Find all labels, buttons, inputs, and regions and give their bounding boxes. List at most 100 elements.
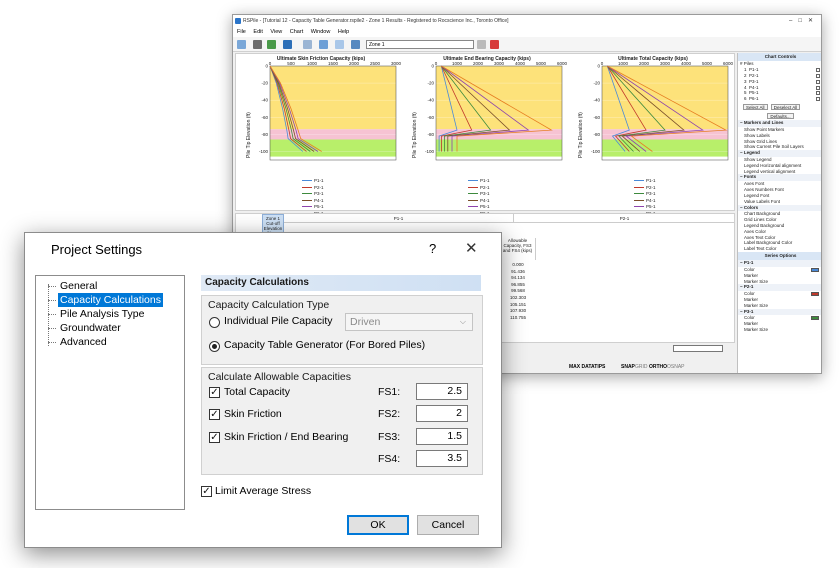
fs3-label: FS3: [378,431,401,443]
menu-window[interactable]: Window [311,29,331,35]
status-ortho[interactable]: ORTHO [649,361,667,373]
series-option-row[interactable]: Marker Size [738,327,821,333]
pile-index: 3 [744,78,747,84]
fs2-input[interactable]: 2 [416,405,468,422]
help-button[interactable]: ? [429,241,436,256]
table-cell[interactable]: 0.000 [500,262,536,269]
legend-swatch [302,199,312,201]
x-tick-label: 1500 [328,61,339,66]
pile-name: P6-1 [749,96,759,102]
control-row[interactable]: Label Text Color [738,246,821,252]
x-tick-label: 1000 [307,61,318,66]
rock-layer [436,139,562,157]
chart-legend: P1-1P2-1P3-1P4-1P5-1P6-1 [634,178,656,217]
close-icon[interactable]: ✕ [465,239,478,257]
table-cell[interactable]: 96.855 [500,282,536,289]
table-cell[interactable]: 105.151 [500,302,536,309]
save-icon[interactable] [283,40,292,49]
pile-index: 4 [744,84,747,90]
table-cell[interactable]: 94.134 [500,275,536,282]
series-color-swatch[interactable] [811,316,819,321]
legend-label: P3-1 [314,191,324,196]
legend-swatch [468,186,478,188]
select-all-button[interactable]: Select All [743,104,768,111]
control-row[interactable]: Show Current Pile Soil Layers [738,144,821,150]
total-capacity-chart: Ultimate Total Capacity (kips) Pile Tip … [572,54,734,216]
pile-checkbox[interactable] [816,97,820,102]
fs1-input[interactable]: 2.5 [416,383,468,400]
allowable-group: Calculate Allowable Capacities ✓ Total C… [201,367,483,475]
legend-label: P2-1 [646,184,656,190]
table-cell[interactable]: 110.755 [500,315,536,322]
skin-end-bearing-label[interactable]: Skin Friction / End Bearing [224,431,348,443]
menu-help[interactable]: Help [338,29,349,35]
limit-stress-checkbox[interactable]: ✓ [201,486,212,497]
pile-checkbox[interactable] [816,79,820,84]
new-file-icon[interactable] [237,40,246,49]
x-tick-label: 0 [269,61,272,66]
pile-checkbox[interactable] [816,73,820,78]
series-color-swatch[interactable] [811,267,819,272]
menu-chart[interactable]: Chart [290,29,303,35]
fs3-input[interactable]: 1.5 [416,428,468,445]
pile-index: 2 [744,72,747,78]
tree-item-capacity-calculations[interactable]: Capacity Calculations [58,293,163,307]
limit-stress-label[interactable]: Limit Average Stress [215,485,311,497]
pile-toggle-item[interactable]: 6 P6-1 [738,96,821,102]
table-cell[interactable]: 99.568 [500,288,536,295]
tree-item-general[interactable]: General [58,279,99,293]
tree-item-groundwater[interactable]: Groundwater [58,321,123,335]
skin-friction-checkbox[interactable]: ✓ [209,409,220,420]
print-icon[interactable] [253,40,262,49]
table-cell[interactable]: 102.303 [500,295,536,302]
export-excel-icon[interactable] [267,40,276,49]
defaults-button[interactable]: Defaults... [767,113,794,120]
pile-checkbox[interactable] [816,91,820,96]
pile-checkbox[interactable] [816,85,820,90]
status-osnap[interactable]: OSNAP [667,361,685,373]
table-view-icon[interactable] [303,40,312,49]
ok-button[interactable]: OK [347,515,409,535]
total-capacity-label[interactable]: Total Capacity [224,386,290,398]
individual-pile-radio[interactable] [209,317,220,328]
zone-select[interactable]: Zone 1 [366,40,474,49]
table-generator-label[interactable]: Capacity Table Generator (For Bored Pile… [224,339,425,351]
column-header[interactable]: Allowable Capacity, FS3 and FS4 (kips) [500,238,536,260]
tree-item-advanced[interactable]: Advanced [58,335,109,349]
total-capacity-checkbox[interactable]: ✓ [209,387,220,398]
table-cell[interactable]: 107.930 [500,308,536,315]
layout-icon[interactable] [351,40,360,49]
data-icon[interactable] [335,40,344,49]
legend-swatch [302,180,312,182]
pile-checkbox[interactable] [816,67,820,72]
status-snap[interactable]: SNAP [621,361,635,373]
status-max-datatips[interactable]: MAX DATATIPS [569,361,605,373]
control-row[interactable]: Legend vertical alignment [738,169,821,175]
control-row[interactable]: Value Labels Font [738,199,821,205]
table-cell[interactable]: 91.436 [500,269,536,276]
series-option-row[interactable]: Marker Size [738,303,821,309]
series-color-swatch[interactable] [811,291,819,296]
skin-friction-label[interactable]: Skin Friction [224,408,282,420]
deselect-all-button[interactable]: Deselect All [770,104,801,111]
filter-icon[interactable] [477,40,486,49]
progress-bar [673,345,723,352]
chart-view-icon[interactable] [319,40,328,49]
close-results-icon[interactable] [490,40,499,49]
legend-label: P1-1 [314,178,324,183]
fs4-input[interactable]: 3.5 [416,450,468,467]
menu-edit[interactable]: Edit [253,29,262,35]
legend-label: P1-1 [646,178,656,183]
tree-item-pile-analysis-type[interactable]: Pile Analysis Type [58,307,146,321]
series-option-row[interactable]: Marker Size [738,279,821,285]
menu-view[interactable]: View [270,29,282,35]
cancel-button[interactable]: Cancel [417,515,479,535]
menu-file[interactable]: File [237,29,246,35]
table-generator-radio[interactable] [209,341,220,352]
status-grid[interactable]: GRID [635,361,648,373]
window-controls[interactable]: –□✕ [789,15,819,27]
y-tick-label: -40 [427,98,434,103]
group-header-p1: P1-1 [284,214,514,223]
skin-end-bearing-checkbox[interactable]: ✓ [209,432,220,443]
individual-pile-label[interactable]: Individual Pile Capacity [224,315,333,327]
